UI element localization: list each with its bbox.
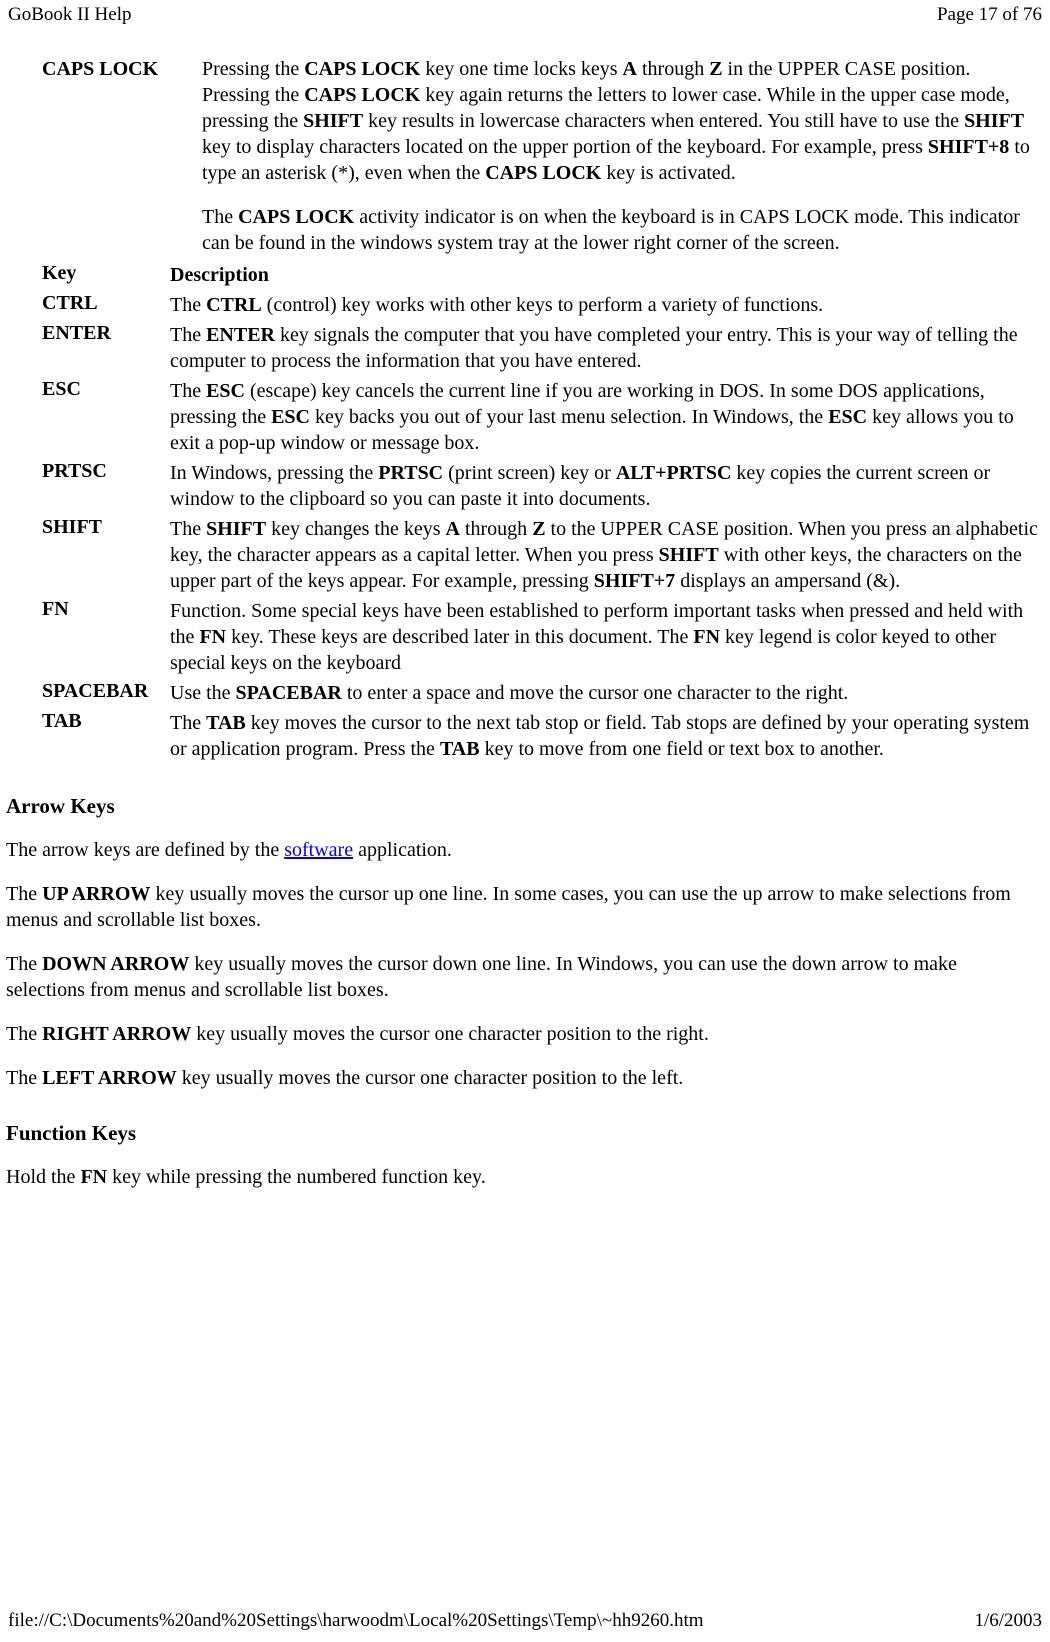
table-row: ESC The ESC (escape) key cancels the cur… (42, 376, 1046, 458)
table-row: TAB The TAB key moves the cursor to the … (42, 708, 1046, 764)
key-enter: ENTER (42, 322, 170, 374)
table-row: CTRL The CTRL (control) key works with o… (42, 290, 1046, 320)
table-row: SPACEBAR Use the SPACEBAR to enter a spa… (42, 678, 1046, 708)
up-arrow-para: The UP ARROW key usually moves the curso… (2, 881, 1048, 933)
doc-title: GoBook II Help (8, 4, 131, 26)
function-keys-heading: Function Keys (2, 1121, 1048, 1146)
footer-date: 1/6/2003 (974, 1610, 1042, 1632)
arrow-keys-heading: Arrow Keys (2, 794, 1048, 819)
table-row: PRTSC In Windows, pressing the PRTSC (pr… (42, 458, 1046, 514)
page-header: GoBook II Help Page 17 of 76 (0, 0, 1050, 28)
key-table: Key Description CTRL The CTRL (control) … (2, 260, 1048, 764)
capslock-key-label: CAPS LOCK (42, 56, 202, 256)
table-row: ENTER The ENTER key signals the computer… (42, 320, 1046, 376)
capslock-para2: The CAPS LOCK activity indicator is on w… (202, 204, 1038, 256)
capslock-block: CAPS LOCK Pressing the CAPS LOCK key one… (2, 56, 1048, 256)
desc-tab: The TAB key moves the cursor to the next… (170, 710, 1046, 762)
key-spacebar: SPACEBAR (42, 680, 170, 706)
down-arrow-para: The DOWN ARROW key usually moves the cur… (2, 951, 1048, 1003)
desc-fn: Function. Some special keys have been es… (170, 598, 1046, 676)
desc-spacebar: Use the SPACEBAR to enter a space and mo… (170, 680, 1046, 706)
key-esc: ESC (42, 378, 170, 456)
desc-shift: The SHIFT key changes the keys A through… (170, 516, 1046, 594)
header-key: Key (42, 262, 170, 288)
page-number: Page 17 of 76 (937, 4, 1042, 26)
table-row: FN Function. Some special keys have been… (42, 596, 1046, 678)
desc-prtsc: In Windows, pressing the PRTSC (print sc… (170, 460, 1046, 512)
desc-enter: The ENTER key signals the computer that … (170, 322, 1046, 374)
file-path: file://C:\Documents%20and%20Settings\har… (8, 1610, 704, 1632)
key-fn: FN (42, 598, 170, 676)
right-arrow-para: The RIGHT ARROW key usually moves the cu… (2, 1021, 1048, 1047)
function-keys-para: Hold the FN key while pressing the numbe… (2, 1164, 1048, 1190)
software-link[interactable]: software (284, 839, 353, 861)
capslock-para1: Pressing the CAPS LOCK key one time lock… (202, 56, 1038, 186)
header-description: Description (170, 262, 1046, 288)
desc-ctrl: The CTRL (control) key works with other … (170, 292, 1046, 318)
key-shift: SHIFT (42, 516, 170, 594)
arrow-intro: The arrow keys are defined by the softwa… (2, 837, 1048, 863)
key-ctrl: CTRL (42, 292, 170, 318)
page-footer: file://C:\Documents%20and%20Settings\har… (0, 1606, 1050, 1636)
desc-esc: The ESC (escape) key cancels the current… (170, 378, 1046, 456)
key-prtsc: PRTSC (42, 460, 170, 512)
content-area: CAPS LOCK Pressing the CAPS LOCK key one… (2, 28, 1048, 1190)
key-table-header: Key Description (42, 260, 1046, 290)
left-arrow-para: The LEFT ARROW key usually moves the cur… (2, 1065, 1048, 1091)
table-row: SHIFT The SHIFT key changes the keys A t… (42, 514, 1046, 596)
capslock-description: Pressing the CAPS LOCK key one time lock… (202, 56, 1038, 256)
key-tab: TAB (42, 710, 170, 762)
